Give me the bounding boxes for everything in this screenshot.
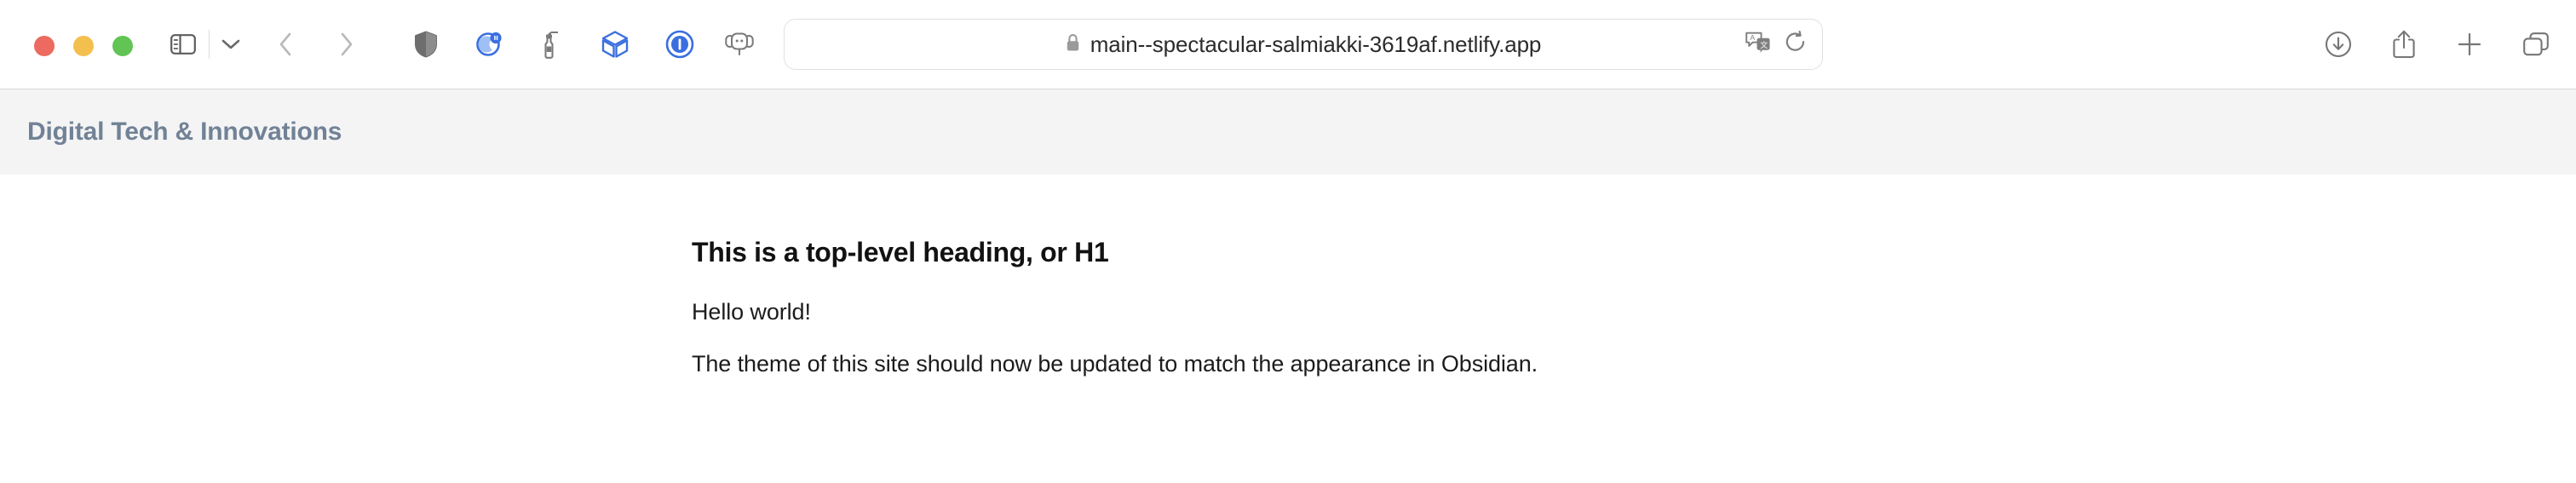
address-bar[interactable]: main--spectacular-salmiakki-3619af.netli… <box>784 19 1823 70</box>
svg-text:文: 文 <box>1760 40 1768 49</box>
extension-cube-button[interactable] <box>596 26 634 63</box>
back-button[interactable] <box>267 26 304 63</box>
speech-bubble-icon <box>725 32 754 56</box>
sidebar-dropdown-button[interactable] <box>212 26 250 63</box>
share-icon <box>2392 30 2416 59</box>
extension-dark-mode-button[interactable] <box>470 26 508 63</box>
new-tab-button[interactable] <box>2451 26 2488 63</box>
lock-icon <box>1066 33 1080 56</box>
address-bar-content: main--spectacular-salmiakki-3619af.netli… <box>1066 31 1542 58</box>
window-controls <box>34 36 133 56</box>
translate-icon[interactable]: A 文 <box>1745 32 1771 58</box>
tab-overview-icon <box>2522 32 2550 57</box>
zoom-window-button[interactable] <box>112 36 133 56</box>
minimize-window-button[interactable] <box>73 36 94 56</box>
toolbar-separator <box>209 30 210 59</box>
close-window-button[interactable] <box>34 36 55 56</box>
oneblocker-icon <box>665 30 694 59</box>
spray-bottle-icon <box>538 30 561 59</box>
extension-speech-bubble-button[interactable] <box>721 26 758 63</box>
tab-overview-button[interactable] <box>2517 26 2555 63</box>
site-title[interactable]: Digital Tech & Innovations <box>27 118 342 147</box>
extension-spray-bottle-button[interactable] <box>531 26 568 63</box>
dark-mode-paused-icon <box>475 31 503 58</box>
shield-icon <box>414 31 438 58</box>
share-button[interactable] <box>2385 26 2423 63</box>
svg-text:A: A <box>1750 33 1755 42</box>
page-heading: This is a top-level heading, or H1 <box>692 237 1109 267</box>
downloads-icon <box>2325 31 2352 58</box>
cube-icon <box>601 30 630 59</box>
page-body: This is a top-level heading, or H1 Hello… <box>0 175 2576 483</box>
browser-toolbar: main--spectacular-salmiakki-3619af.netli… <box>0 0 2576 89</box>
sidebar-toggle-icon <box>170 34 196 55</box>
back-chevron-icon <box>278 32 293 57</box>
paragraph-1: Hello world! <box>692 299 811 325</box>
forward-chevron-icon <box>339 32 354 57</box>
address-bar-url: main--spectacular-salmiakki-3619af.netli… <box>1090 31 1542 57</box>
site-header: Digital Tech & Innovations <box>0 89 2576 175</box>
chevron-down-icon <box>221 38 240 50</box>
sidebar-toggle-button[interactable] <box>164 26 202 63</box>
reload-icon[interactable] <box>1785 31 1807 59</box>
address-bar-actions: A 文 <box>1745 31 1807 59</box>
downloads-button[interactable] <box>2320 26 2357 63</box>
forward-button[interactable] <box>328 26 365 63</box>
new-tab-icon <box>2457 32 2482 57</box>
extension-shield-button[interactable] <box>407 26 445 63</box>
paragraph-2: The theme of this site should now be upd… <box>692 351 1538 377</box>
article-content: This is a top-level heading, or H1 Hello… <box>0 175 2576 380</box>
extension-oneblocker-button[interactable] <box>661 26 699 63</box>
